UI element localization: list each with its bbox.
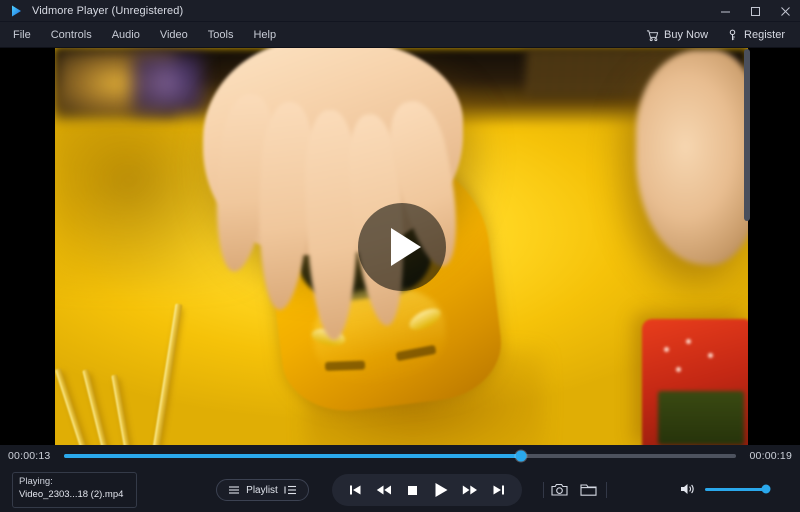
video-vertical-scrollbar[interactable] (744, 48, 750, 445)
menu-item-tools[interactable]: Tools (198, 22, 244, 48)
play-triangle-logo-icon (8, 3, 24, 19)
video-red-object (642, 319, 748, 445)
video-red-object-label (658, 391, 744, 445)
title-bar: Vidmore Player (Unregistered) (0, 0, 800, 22)
buy-now-label: Buy Now (664, 29, 709, 41)
register-button[interactable]: Register (717, 22, 794, 48)
camera-icon[interactable] (551, 481, 568, 498)
folder-icon[interactable] (580, 481, 597, 498)
seek-slider-handle[interactable] (515, 450, 527, 462)
volume-control[interactable] (680, 481, 771, 497)
playlist-sort-icon[interactable] (284, 484, 297, 496)
hamburger-menu-icon[interactable] (228, 484, 240, 496)
playlist-label: Playlist (246, 484, 278, 496)
buy-now-button[interactable]: Buy Now (637, 22, 717, 48)
video-red-object-dot (686, 339, 691, 344)
menu-item-audio[interactable]: Audio (102, 22, 150, 48)
video-frame[interactable] (55, 48, 748, 445)
video-blur-blob-purple (133, 54, 203, 112)
video-car-vent (324, 360, 366, 371)
scrollbar-thumb[interactable] (744, 49, 750, 221)
divider (606, 482, 607, 498)
seek-slider[interactable] (64, 450, 736, 462)
shopping-cart-icon (646, 29, 659, 42)
total-time-label: 00:00:19 (749, 450, 792, 462)
play-overlay-icon[interactable] (357, 202, 446, 291)
menu-item-video[interactable]: Video (150, 22, 198, 48)
now-playing-filename: Video_2303...18 (2).mp4 (19, 488, 124, 500)
video-red-object-dot (676, 367, 681, 372)
minimize-icon[interactable] (710, 0, 740, 22)
playlist-button[interactable]: Playlist (216, 479, 309, 501)
maximize-icon[interactable] (740, 0, 770, 22)
video-red-object-dot (664, 347, 669, 352)
control-bar: Playing: Video_2303...18 (2).mp4 Playlis… (0, 467, 800, 512)
transport-controls (332, 474, 522, 506)
play-icon[interactable] (431, 480, 451, 500)
speaker-icon[interactable] (680, 481, 696, 497)
menu-item-file[interactable]: File (3, 22, 41, 48)
menu-item-controls[interactable]: Controls (41, 22, 102, 48)
divider (543, 482, 544, 498)
now-playing-label: Playing: (19, 476, 53, 487)
rewind-icon[interactable] (374, 480, 394, 500)
fast-forward-icon[interactable] (460, 480, 480, 500)
volume-slider-handle[interactable] (761, 484, 771, 494)
skip-previous-icon[interactable] (345, 480, 365, 500)
capture-buttons (551, 481, 597, 498)
video-stage[interactable] (0, 48, 800, 445)
video-red-object-dot (708, 353, 713, 358)
stop-icon[interactable] (403, 480, 423, 500)
volume-slider[interactable] (705, 484, 771, 494)
progress-bar-row: 00:00:13 00:00:19 (0, 445, 800, 467)
menu-bar-right: Buy Now Register (637, 22, 794, 48)
seek-slider-fill (64, 454, 521, 458)
now-playing-box: Playing: Video_2303...18 (2).mp4 (12, 472, 137, 508)
register-label: Register (744, 29, 785, 41)
menu-bar: File Controls Audio Video Tools Help Buy… (0, 22, 800, 48)
menu-item-help[interactable]: Help (243, 22, 286, 48)
play-overlay-triangle (391, 227, 421, 266)
window-buttons (710, 0, 800, 22)
skip-next-icon[interactable] (489, 480, 509, 500)
vidmore-player-window: Vidmore Player (Unregistered) File Contr… (0, 0, 800, 512)
close-icon[interactable] (770, 0, 800, 22)
key-icon (726, 29, 739, 42)
app-title: Vidmore Player (Unregistered) (32, 4, 184, 17)
current-time-label: 00:00:13 (8, 450, 51, 462)
